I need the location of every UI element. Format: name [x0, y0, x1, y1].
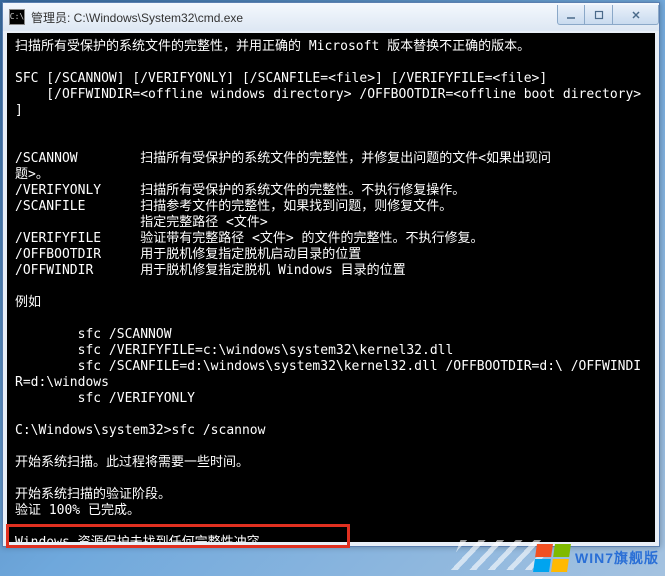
console-line — [15, 439, 655, 455]
console-line — [15, 119, 655, 135]
console-line — [15, 407, 655, 423]
console-line: 开始系统扫描的验证阶段。 — [15, 487, 655, 503]
console-line: SFC [/SCANNOW] [/VERIFYONLY] [/SCANFILE=… — [15, 71, 655, 87]
watermark: WIN7旗舰版 — [535, 544, 659, 572]
console-line: Windows 资源保护未找到任何完整性冲突。 — [15, 535, 655, 542]
maximize-button[interactable] — [585, 5, 613, 25]
console-line: sfc /SCANNOW — [15, 327, 655, 343]
window-buttons — [557, 5, 659, 25]
console-line: sfc /VERIFYONLY — [15, 391, 655, 407]
minimize-button[interactable] — [557, 5, 585, 25]
console-line — [15, 279, 655, 295]
console-line: 例如 — [15, 295, 655, 311]
console-line: R=d:\windows — [15, 375, 655, 391]
console-line: /OFFBOOTDIR 用于脱机修复指定脱机启动目录的位置 — [15, 247, 655, 263]
cmd-icon: C:\ — [9, 9, 25, 25]
console-line — [15, 55, 655, 71]
cmd-icon-glyph: C:\ — [10, 13, 24, 21]
console-line: /OFFWINDIR 用于脱机修复指定脱机 Windows 目录的位置 — [15, 263, 655, 279]
titlebar[interactable]: C:\ 管理员: C:\Windows\System32\cmd.exe — [3, 3, 659, 31]
console-line: 扫描所有受保护的系统文件的完整性，并用正确的 Microsoft 版本替换不正确… — [15, 39, 655, 55]
console-line: 开始系统扫描。此过程将需要一些时间。 — [15, 455, 655, 471]
console-line: 验证 100% 已完成。 — [15, 503, 655, 519]
console-line — [15, 519, 655, 535]
console-line: 题>。 — [15, 167, 655, 183]
console-line: sfc /SCANFILE=d:\windows\system32\kernel… — [15, 359, 655, 375]
console-line: [/OFFWINDIR=<offline windows directory> … — [15, 87, 655, 103]
windows-logo-icon — [533, 544, 571, 572]
watermark-brand: WIN7旗舰版 — [575, 550, 659, 566]
console-line: /VERIFYFILE 验证带有完整路径 <文件> 的文件的完整性。不执行修复。 — [15, 231, 655, 247]
console-line: /SCANFILE 扫描参考文件的完整性，如果找到问题，则修复文件。 — [15, 199, 655, 215]
console-line — [15, 471, 655, 487]
cmd-window: C:\ 管理员: C:\Windows\System32\cmd.exe 扫描所… — [2, 2, 660, 547]
console-line — [15, 311, 655, 327]
window-title: 管理员: C:\Windows\System32\cmd.exe — [31, 9, 557, 26]
console-output[interactable]: 扫描所有受保护的系统文件的完整性，并用正确的 Microsoft 版本替换不正确… — [7, 33, 655, 542]
console-line: /SCANNOW 扫描所有受保护的系统文件的完整性，并修复出问题的文件<如果出现… — [15, 151, 655, 167]
console-line: ] — [15, 103, 655, 119]
console-line: C:\Windows\system32>sfc /scannow — [15, 423, 655, 439]
console-line: /VERIFYONLY 扫描所有受保护的系统文件的完整性。不执行修复操作。 — [15, 183, 655, 199]
console-line: 指定完整路径 <文件> — [15, 215, 655, 231]
console-line: sfc /VERIFYFILE=c:\windows\system32\kern… — [15, 343, 655, 359]
console-line — [15, 135, 655, 151]
close-button[interactable] — [613, 5, 659, 25]
